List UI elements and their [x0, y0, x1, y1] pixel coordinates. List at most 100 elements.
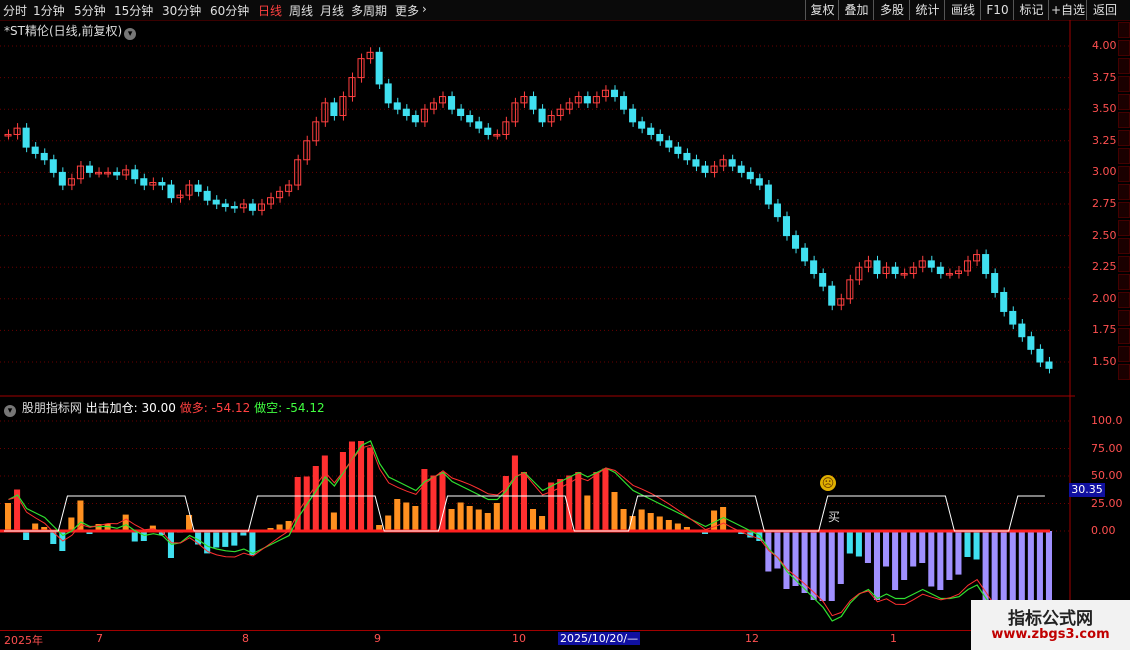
- side-strip-item[interactable]: [1118, 40, 1130, 56]
- side-strip-item[interactable]: [1118, 274, 1130, 290]
- candle-down: [1009, 310, 1017, 325]
- candle-down: [31, 146, 39, 154]
- top-toolbar: 分时 1分钟 5分钟 15分钟 30分钟 60分钟 日线 周线 月线 多周期 更…: [0, 0, 1130, 21]
- add-watchlist-button[interactable]: +自选: [1048, 0, 1087, 20]
- indicator-line2: 做多: -54.12: [179, 401, 251, 415]
- candle-down: [131, 169, 139, 180]
- chevron-down-icon[interactable]: ▾: [124, 28, 137, 40]
- right-side-strip[interactable]: [1118, 22, 1130, 632]
- tab-multi-period[interactable]: 多周期: [351, 2, 387, 19]
- indicator-bar: [548, 482, 555, 531]
- stock-title[interactable]: *ST精伦(日线,前复权) ▾: [4, 22, 137, 40]
- statistics-button[interactable]: 统计: [909, 0, 945, 20]
- indicator-bar: [412, 506, 419, 531]
- price-tick-label: 2.75: [1092, 197, 1117, 210]
- side-strip-item[interactable]: [1118, 364, 1130, 380]
- indicator-bar: [910, 531, 917, 567]
- draw-line-button[interactable]: 画线: [944, 0, 981, 20]
- candle-down: [1000, 291, 1008, 312]
- watermark-url: www.zbgs3.com: [991, 627, 1110, 642]
- indicator-bar: [819, 531, 826, 601]
- candle-down: [737, 165, 745, 173]
- side-strip-item[interactable]: [1118, 328, 1130, 344]
- side-strip-item[interactable]: [1118, 256, 1130, 272]
- indicator-bar: [919, 531, 926, 563]
- candle-down: [1036, 348, 1044, 363]
- tab-15min[interactable]: 15分钟: [114, 2, 153, 19]
- side-strip-item[interactable]: [1118, 346, 1130, 362]
- price-grid: [0, 45, 1070, 363]
- side-strip-item[interactable]: [1118, 238, 1130, 254]
- mark-button[interactable]: 标记: [1013, 0, 1049, 20]
- candle-down: [665, 140, 673, 148]
- side-strip-item[interactable]: [1118, 220, 1130, 236]
- restore-rights-button[interactable]: 复权: [805, 0, 839, 20]
- side-strip-item[interactable]: [1118, 58, 1130, 74]
- candle-up: [574, 96, 582, 104]
- tab-timeshare[interactable]: 分时: [3, 2, 27, 19]
- side-strip-item[interactable]: [1118, 22, 1130, 38]
- tab-5min[interactable]: 5分钟: [74, 2, 106, 19]
- tab-30min[interactable]: 30分钟: [162, 2, 201, 19]
- tab-more[interactable]: 更多: [395, 2, 419, 19]
- candle-down: [828, 285, 836, 306]
- indicator-bar: [475, 509, 482, 531]
- indicator-line1: 出击加仓: 30.00: [85, 401, 176, 415]
- side-strip-item[interactable]: [1118, 166, 1130, 182]
- indicator-bar: [611, 492, 618, 531]
- candle-down: [375, 51, 383, 85]
- indicator-bar: [946, 531, 953, 580]
- candle-down: [620, 96, 628, 110]
- indicator-bar: [249, 531, 256, 555]
- candle-down: [629, 108, 637, 123]
- indicator-bar: [928, 531, 935, 587]
- indicator-bar: [394, 499, 401, 531]
- indicator-bar: [647, 513, 654, 531]
- tab-weekly[interactable]: 周线: [289, 2, 313, 19]
- multi-stock-button[interactable]: 多股: [873, 0, 910, 20]
- f10-button[interactable]: F10: [980, 0, 1014, 20]
- candle-down: [167, 184, 175, 199]
- indicator-bar: [457, 502, 464, 531]
- side-strip-item[interactable]: [1118, 184, 1130, 200]
- tab-1min[interactable]: 1分钟: [33, 2, 65, 19]
- tab-60min[interactable]: 60分钟: [210, 2, 249, 19]
- indicator-bar: [358, 441, 365, 531]
- indicator-bar: [846, 531, 853, 554]
- indicator-bar: [973, 531, 980, 560]
- candle-down: [583, 96, 591, 104]
- side-strip-item[interactable]: [1118, 94, 1130, 110]
- side-strip-item[interactable]: [1118, 148, 1130, 164]
- price-tick-label: 3.00: [1092, 165, 1117, 179]
- indicator-bar: [937, 531, 944, 590]
- indicator-bar: [403, 502, 410, 531]
- indicator-bar: [1027, 531, 1034, 601]
- watermark: 指标公式网 www.zbgs3.com: [971, 600, 1130, 650]
- candle-down: [755, 178, 763, 186]
- indicator-bar: [520, 472, 527, 531]
- candle-down: [529, 96, 537, 110]
- candle-down: [936, 266, 944, 275]
- side-strip-item[interactable]: [1118, 202, 1130, 218]
- side-strip-item[interactable]: [1118, 310, 1130, 326]
- side-strip-item[interactable]: [1118, 76, 1130, 92]
- candle-down: [484, 127, 492, 135]
- candle-down: [402, 108, 410, 117]
- tab-daily[interactable]: 日线: [258, 2, 282, 19]
- indicator-bar: [511, 455, 518, 531]
- indicator-bar: [892, 531, 899, 590]
- chevron-down-icon[interactable]: ▾: [4, 405, 16, 417]
- side-strip-item[interactable]: [1118, 130, 1130, 146]
- date-label: 9: [374, 632, 381, 645]
- indicator-bar: [575, 472, 582, 531]
- back-button[interactable]: 返回: [1086, 0, 1123, 20]
- indicator-bar: [656, 516, 663, 531]
- indicator-bar: [385, 515, 392, 531]
- overlay-button[interactable]: 叠加: [838, 0, 874, 20]
- side-strip-item[interactable]: [1118, 292, 1130, 308]
- tab-monthly[interactable]: 月线: [320, 2, 344, 19]
- indicator-bar: [466, 506, 473, 531]
- candle-down: [411, 115, 419, 123]
- side-strip-item[interactable]: [1118, 112, 1130, 128]
- indicator-bar: [602, 468, 609, 531]
